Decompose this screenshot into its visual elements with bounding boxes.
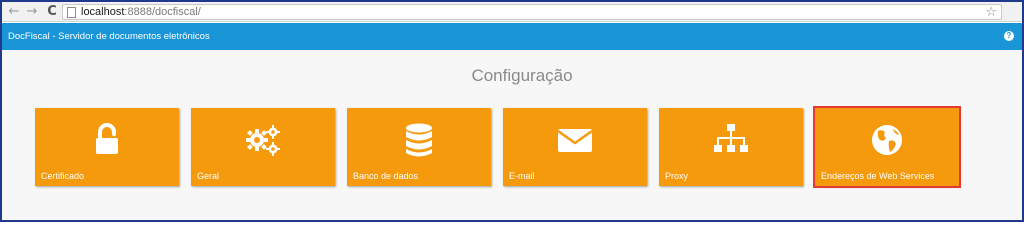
help-icon[interactable]: ? xyxy=(1004,31,1014,41)
unlock-icon xyxy=(96,123,118,154)
url-path: :8888/docfiscal/ xyxy=(124,6,201,18)
tile-e-mail[interactable]: E-mail xyxy=(503,108,647,186)
url-host: localhost xyxy=(81,6,125,18)
database-icon xyxy=(406,123,432,157)
tile-label: Geral xyxy=(197,171,220,181)
sitemap-icon xyxy=(714,124,748,152)
back-arrow-icon[interactable]: ← xyxy=(6,4,22,20)
tile-label: Endereços de Web Services xyxy=(821,171,935,181)
tile-banco-de-dados[interactable]: Banco de dados xyxy=(347,108,491,186)
tile-label: Proxy xyxy=(665,171,689,181)
tile-label: Certificado xyxy=(41,171,85,181)
app-title: DocFiscal - Servidor de documentos eletr… xyxy=(8,31,210,42)
tile-proxy[interactable]: Proxy xyxy=(659,108,803,186)
url-text[interactable]: localhost:8888/docfiscal/ xyxy=(81,6,201,19)
tile-geral[interactable]: Geral xyxy=(191,108,335,186)
config-tiles: Certificado Geral Banco de dados E-mail … xyxy=(2,50,1022,220)
app-header: DocFiscal - Servidor de documentos eletr… xyxy=(2,23,1022,50)
envelope-icon xyxy=(557,129,593,152)
address-bar[interactable]: localhost:8888/docfiscal/ ☆ xyxy=(62,4,1002,20)
bookmark-star-icon[interactable]: ☆ xyxy=(985,5,997,21)
tile-certificado[interactable]: Certificado xyxy=(35,108,179,186)
globe-icon xyxy=(872,125,902,155)
forward-arrow-icon[interactable]: → xyxy=(24,4,40,20)
reload-icon[interactable]: C xyxy=(44,4,60,20)
tile-enderecos-web-services[interactable]: Endereços de Web Services xyxy=(813,106,961,188)
window-frame: ← → C localhost:8888/docfiscal/ ☆ DocFis… xyxy=(0,0,1024,222)
tile-label: Banco de dados xyxy=(353,171,419,181)
browser-toolbar: ← → C localhost:8888/docfiscal/ ☆ xyxy=(2,2,1022,22)
main-content: Configuração Certificado Geral Banco de … xyxy=(2,50,1022,220)
page-icon xyxy=(67,7,76,18)
tile-label: E-mail xyxy=(509,171,535,181)
gears-icon xyxy=(246,125,280,156)
